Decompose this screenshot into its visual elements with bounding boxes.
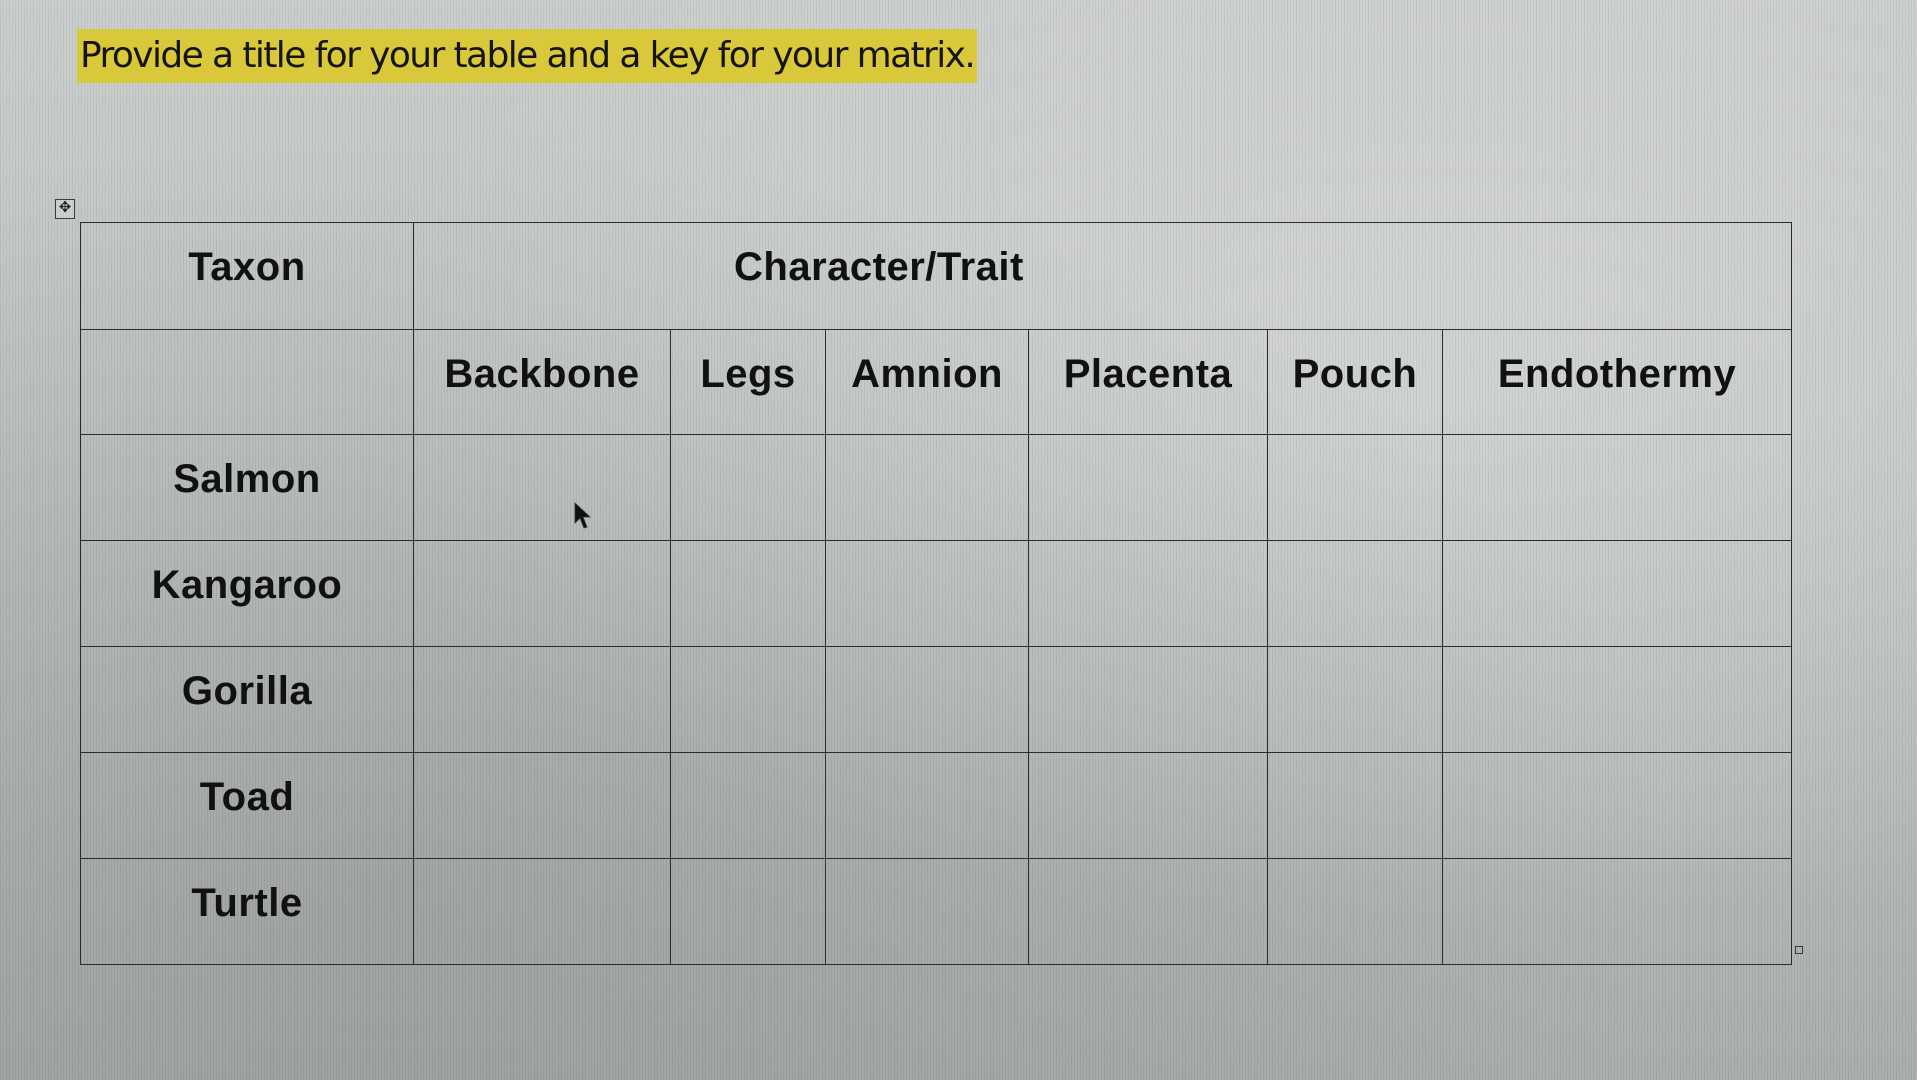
matrix-cell[interactable] bbox=[825, 646, 1029, 753]
taxon-cell[interactable]: Toad bbox=[80, 752, 414, 859]
taxon-label: Gorilla bbox=[181, 669, 313, 713]
matrix-cell[interactable] bbox=[1267, 540, 1443, 647]
matrix-cell[interactable] bbox=[1028, 858, 1268, 965]
matrix-cell[interactable] bbox=[670, 752, 826, 859]
table-row: Toad bbox=[80, 752, 1793, 859]
empty-corner-cell[interactable] bbox=[80, 329, 414, 435]
table-row: Turtle bbox=[80, 858, 1793, 965]
matrix-cell[interactable] bbox=[670, 646, 826, 753]
matrix-cell[interactable] bbox=[1267, 434, 1443, 541]
matrix-cell[interactable] bbox=[413, 434, 671, 541]
taxon-header-cell[interactable]: Taxon bbox=[80, 222, 414, 330]
trait-cell[interactable]: Legs bbox=[670, 329, 826, 435]
trait-label: Pouch bbox=[1292, 352, 1418, 396]
matrix-cell[interactable] bbox=[413, 540, 671, 647]
taxon-cell[interactable]: Salmon bbox=[80, 434, 414, 541]
matrix-cell[interactable] bbox=[1441, 646, 1793, 753]
matrix-cell[interactable] bbox=[670, 540, 826, 647]
matrix-cell[interactable] bbox=[1267, 646, 1443, 753]
matrix-cell[interactable] bbox=[1267, 858, 1443, 965]
matrix-cell[interactable] bbox=[1441, 434, 1793, 541]
taxon-label: Salmon bbox=[173, 457, 321, 501]
table-row: Gorilla bbox=[80, 646, 1793, 753]
character-matrix-table[interactable]: Taxon Character/Trait Backbone Legs Amni… bbox=[80, 222, 1793, 965]
matrix-cell[interactable] bbox=[1028, 434, 1268, 541]
table-row: Salmon bbox=[80, 434, 1793, 541]
matrix-cell[interactable] bbox=[825, 752, 1029, 859]
trait-label: Amnion bbox=[851, 352, 1003, 396]
trait-cell[interactable]: Pouch bbox=[1267, 329, 1443, 435]
matrix-cell[interactable] bbox=[670, 434, 826, 541]
header-row: Taxon Character/Trait bbox=[80, 222, 1793, 330]
resize-handle-icon[interactable] bbox=[1795, 946, 1803, 954]
matrix-cell[interactable] bbox=[1028, 752, 1268, 859]
trait-cell[interactable]: Placenta bbox=[1028, 329, 1268, 435]
matrix-cell[interactable] bbox=[825, 540, 1029, 647]
trait-cell[interactable]: Backbone bbox=[413, 329, 671, 435]
highlighted-instruction[interactable]: Provide a title for your table and a key… bbox=[77, 29, 978, 83]
trait-cell[interactable]: Amnion bbox=[825, 329, 1029, 435]
matrix-cell[interactable] bbox=[413, 858, 671, 965]
trait-label: Placenta bbox=[1063, 352, 1233, 396]
trait-header-cell[interactable]: Character/Trait bbox=[412, 222, 1793, 330]
taxon-cell[interactable]: Turtle bbox=[80, 858, 414, 965]
trait-label: Backbone bbox=[444, 352, 640, 396]
table-row: Kangaroo bbox=[80, 540, 1793, 647]
matrix-cell[interactable] bbox=[1441, 858, 1793, 965]
matrix-cell[interactable] bbox=[670, 858, 826, 965]
taxon-label: Turtle bbox=[191, 881, 303, 925]
matrix-cell[interactable] bbox=[1441, 540, 1793, 647]
arrow-cursor-icon bbox=[574, 502, 592, 529]
move-arrows-icon[interactable]: ✥ bbox=[55, 199, 75, 219]
taxon-label: Toad bbox=[199, 775, 295, 819]
matrix-cell[interactable] bbox=[1028, 646, 1268, 753]
taxon-header: Taxon bbox=[188, 245, 306, 289]
matrix-cell[interactable] bbox=[1267, 752, 1443, 859]
matrix-cell[interactable] bbox=[1441, 752, 1793, 859]
matrix-cell[interactable] bbox=[1028, 540, 1268, 647]
taxon-label: Kangaroo bbox=[151, 563, 343, 607]
taxon-cell[interactable]: Kangaroo bbox=[80, 540, 414, 647]
taxon-cell[interactable]: Gorilla bbox=[80, 646, 414, 753]
matrix-cell[interactable] bbox=[825, 434, 1029, 541]
trait-label: Legs bbox=[700, 352, 796, 396]
trait-cell[interactable]: Endothermy bbox=[1441, 329, 1793, 435]
matrix-cell[interactable] bbox=[825, 858, 1029, 965]
character-trait-header: Character/Trait bbox=[734, 245, 1024, 289]
matrix-cell[interactable] bbox=[413, 646, 671, 753]
matrix-cell[interactable] bbox=[413, 752, 671, 859]
trait-names-row: Backbone Legs Amnion Placenta Pouch Endo… bbox=[80, 329, 1793, 435]
trait-label: Endothermy bbox=[1497, 352, 1737, 396]
